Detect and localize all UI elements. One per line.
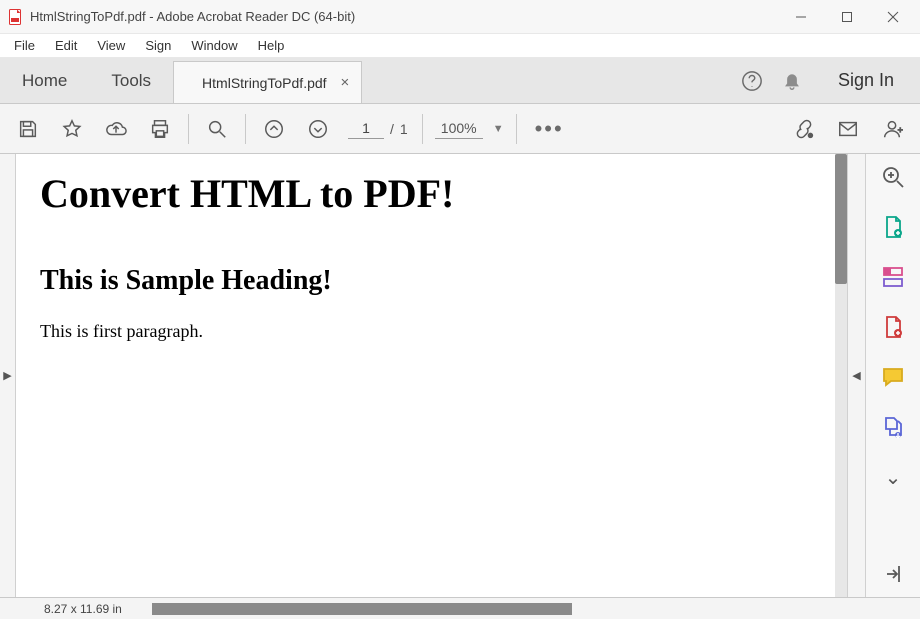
doc-heading-1: Convert HTML to PDF! [40, 170, 811, 217]
notifications-button[interactable] [772, 58, 812, 103]
menu-sign[interactable]: Sign [137, 36, 179, 55]
email-button[interactable] [826, 109, 870, 149]
window-title: HtmlStringToPdf.pdf - Adobe Acrobat Read… [30, 9, 355, 24]
doc-heading-2: This is Sample Heading! [40, 265, 811, 297]
page-sep: / [390, 121, 394, 137]
menu-window[interactable]: Window [183, 36, 245, 55]
right-tool-pane: ⌄ [865, 154, 920, 597]
minimize-button[interactable] [778, 2, 824, 32]
create-pdf-icon[interactable] [880, 314, 906, 340]
right-panel-handle[interactable]: ◀ [847, 154, 865, 597]
more-tools-chevron[interactable]: ⌄ [880, 464, 906, 490]
tab-row: Home Tools HtmlStringToPdf.pdf × Sign In [0, 58, 920, 104]
menubar: File Edit View Sign Window Help [0, 34, 920, 58]
account-button[interactable] [870, 109, 914, 149]
export-pdf-icon[interactable] [880, 214, 906, 240]
combine-files-icon[interactable] [880, 414, 906, 440]
print-button[interactable] [138, 109, 182, 149]
page-current-input[interactable] [348, 118, 384, 139]
tab-document-label: HtmlStringToPdf.pdf [202, 75, 327, 91]
main-area: ▶ Convert HTML to PDF! This is Sample He… [0, 154, 920, 597]
separator [245, 114, 246, 144]
status-bar: 8.27 x 11.69 in [0, 597, 920, 619]
page-total: 1 [400, 121, 408, 137]
menu-help[interactable]: Help [250, 36, 293, 55]
save-button[interactable] [6, 109, 50, 149]
pdf-app-icon [8, 9, 24, 25]
doc-paragraph: This is first paragraph. [40, 321, 811, 342]
menu-file[interactable]: File [6, 36, 43, 55]
horizontal-scrollbar-thumb[interactable] [152, 603, 572, 615]
separator [422, 114, 423, 144]
help-button[interactable] [732, 58, 772, 103]
page-down-button[interactable] [296, 109, 340, 149]
chevron-down-icon: ⌄ [885, 465, 902, 490]
search-plus-icon[interactable] [880, 164, 906, 190]
menu-edit[interactable]: Edit [47, 36, 85, 55]
find-button[interactable] [195, 109, 239, 149]
horizontal-scrollbar[interactable] [152, 603, 572, 615]
zoom-control[interactable]: 100% ▼ [435, 118, 504, 139]
collapse-pane-icon[interactable] [880, 561, 906, 587]
maximize-button[interactable] [824, 2, 870, 32]
close-button[interactable] [870, 2, 916, 32]
document-viewport[interactable]: Convert HTML to PDF! This is Sample Head… [16, 154, 847, 597]
toolbar: / 1 100% ▼ ••• [0, 104, 920, 154]
tab-home[interactable]: Home [0, 58, 89, 103]
separator [516, 114, 517, 144]
pdf-page: Convert HTML to PDF! This is Sample Head… [16, 154, 835, 597]
left-panel-handle[interactable]: ▶ [0, 154, 16, 597]
cloud-upload-button[interactable] [94, 109, 138, 149]
tab-close-icon[interactable]: × [341, 74, 350, 91]
more-tools-button[interactable]: ••• [523, 116, 576, 142]
page-indicator: / 1 [348, 118, 408, 139]
zoom-value: 100% [435, 118, 483, 139]
sign-in-button[interactable]: Sign In [812, 58, 920, 103]
vertical-scrollbar-thumb[interactable] [835, 154, 847, 284]
menu-view[interactable]: View [89, 36, 133, 55]
star-button[interactable] [50, 109, 94, 149]
tab-document[interactable]: HtmlStringToPdf.pdf × [173, 61, 362, 103]
chevron-down-icon: ▼ [493, 123, 504, 135]
page-up-button[interactable] [252, 109, 296, 149]
page-dimensions: 8.27 x 11.69 in [0, 602, 142, 616]
edit-pdf-icon[interactable] [880, 264, 906, 290]
titlebar: HtmlStringToPdf.pdf - Adobe Acrobat Read… [0, 0, 920, 34]
comment-icon[interactable] [880, 364, 906, 390]
share-link-button[interactable] [782, 109, 826, 149]
separator [188, 114, 189, 144]
tab-tools[interactable]: Tools [89, 58, 173, 103]
